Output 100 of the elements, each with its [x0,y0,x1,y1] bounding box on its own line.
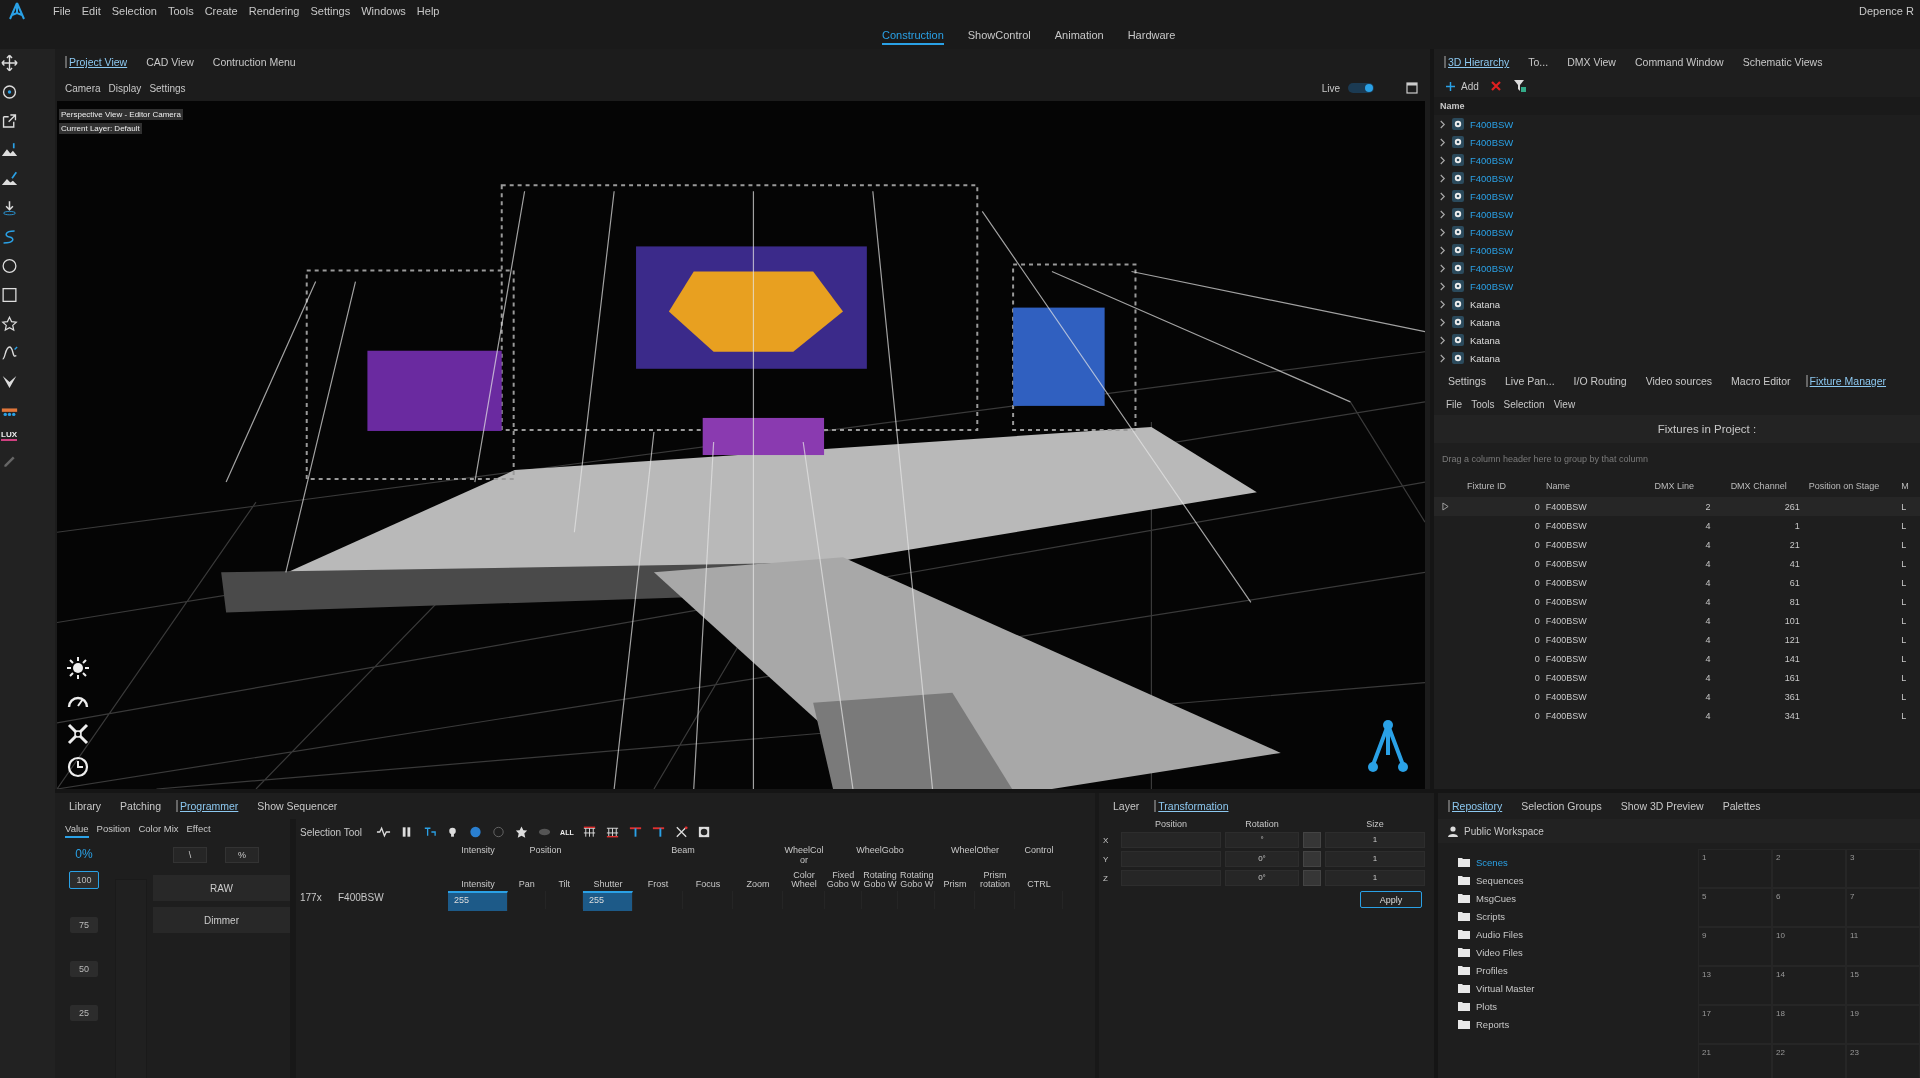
folder-item[interactable]: Sequences [1476,874,1524,886]
folder-item[interactable]: Profiles [1476,964,1508,976]
panel-tab[interactable]: Macro Editor [1727,375,1791,387]
download-icon[interactable] [1,198,18,218]
fader-step-button[interactable]: 50 [70,961,98,977]
column-header[interactable]: M [1897,481,1920,491]
feature-button[interactable]: Dimmer [153,907,290,933]
table-row[interactable]: 0 F400BSW 2 261 L [1434,497,1920,516]
rotation-field[interactable]: ° [1225,832,1299,848]
star-icon[interactable] [1,314,18,334]
hierarchy-item[interactable]: F400BSW [1470,118,1514,130]
slot-cell[interactable]: 14 [1772,966,1846,1005]
workspace-tab[interactable]: Animation [1054,26,1104,45]
panel-tab[interactable]: Show 3D Preview [1616,800,1704,812]
value-tab[interactable]: Color Mix [138,822,179,838]
slot-cell[interactable]: 3 [1846,849,1920,888]
folder-item[interactable]: Audio Files [1476,928,1523,940]
table-row[interactable]: 0 F400BSW 4 21 L [1434,535,1920,554]
align-icon[interactable] [581,826,597,838]
menu-item[interactable]: Windows [361,5,406,17]
delete-icon[interactable] [1490,81,1501,91]
panel-tab[interactable]: Command Window [1630,56,1724,68]
hierarchy-item[interactable]: Katana [1470,334,1501,346]
column-header[interactable]: DMX Channel [1710,481,1801,491]
table-row[interactable]: 0 F400BSW 4 161 L [1434,668,1920,687]
panel-tab[interactable]: Palettes [1718,800,1761,812]
slot-cell[interactable]: 13 [1698,966,1772,1005]
table-row[interactable]: 0 F400BSW 4 341 L [1434,706,1920,725]
panel-tab[interactable]: Show Sequencer [253,800,338,812]
slot-cell[interactable]: 23 [1846,1044,1920,1078]
view-tab[interactable]: Project View [65,56,128,68]
sun-icon[interactable] [66,656,90,680]
menu-item[interactable]: Edit [81,5,101,17]
view-menu-item[interactable]: Display [108,82,142,94]
hierarchy-item[interactable]: F400BSW [1470,172,1514,184]
apply-button[interactable]: Apply [1360,891,1422,908]
panel-tab[interactable]: Programmer [176,800,239,812]
fader-step-button[interactable]: 25 [70,1005,98,1021]
folder-item[interactable]: MsgCues [1476,892,1517,904]
column-header[interactable]: DMX Line [1634,481,1711,491]
attribute-value[interactable]: 255 [448,895,470,905]
menu-item[interactable]: View [1553,398,1576,410]
slot-cell[interactable]: 22 [1772,1044,1846,1078]
slot-cell[interactable]: 7 [1846,888,1920,927]
fader-step-button[interactable]: 100 [69,871,99,889]
table-row[interactable]: 0 F400BSW 4 101 L [1434,611,1920,630]
menu-item[interactable]: Rendering [248,5,300,17]
menu-item[interactable]: Create [204,5,238,17]
value-tab[interactable]: Effect [186,822,211,838]
slot-cell[interactable]: 10 [1772,927,1846,966]
folder-item[interactable]: Virtual Master [1476,982,1535,994]
table-row[interactable]: 0 F400BSW 4 121 L [1434,630,1920,649]
curve-icon[interactable] [1,227,18,247]
hierarchy-item[interactable]: F400BSW [1470,154,1514,166]
slot-cell[interactable]: 11 [1846,927,1920,966]
rotation-field[interactable]: 0° [1225,851,1299,867]
workspace-label[interactable]: Public Workspace [1464,825,1544,837]
panel-tab[interactable]: I/O Routing [1569,375,1627,387]
slot-cell[interactable]: 2 [1772,849,1846,888]
timer-icon[interactable] [66,755,90,779]
mode-button[interactable]: % [225,847,259,863]
circle-icon[interactable] [1,256,18,276]
panel-tab[interactable]: Transformation [1154,800,1229,812]
filter-icon[interactable] [1512,79,1527,93]
table-row[interactable]: 0 F400BSW 4 1 L [1434,516,1920,535]
size-field[interactable]: 1 [1325,851,1425,867]
folder-item[interactable]: Video Files [1476,946,1523,958]
rotation-field[interactable]: 0° [1225,870,1299,886]
menu-item[interactable]: Selection [111,5,157,17]
menu-item[interactable]: File [53,5,71,17]
panel-tab[interactable]: DMX View [1563,56,1616,68]
size-field[interactable]: 1 [1325,832,1425,848]
slot-cell[interactable]: 19 [1846,1005,1920,1044]
column-header[interactable]: Fixture ID [1455,481,1540,491]
contrast-icon[interactable] [696,826,712,838]
slot-cell[interactable]: 17 [1698,1005,1772,1044]
menu-item[interactable]: Settings [310,5,351,17]
folder-item[interactable]: Plots [1476,1000,1498,1012]
live-toggle[interactable] [1348,83,1374,93]
workspace-tab[interactable]: Construction [882,26,944,45]
align-icon[interactable] [604,826,620,838]
fader-step-button[interactable]: 75 [70,917,98,933]
view-menu-item[interactable]: Settings [149,82,186,94]
square-icon[interactable] [1,285,18,305]
panel-tab[interactable]: Schematic Views [1738,56,1823,68]
move-icon[interactable] [1,53,18,73]
menu-item[interactable]: Tools [1471,398,1495,410]
table-row[interactable]: 0 F400BSW 4 81 L [1434,592,1920,611]
hierarchy-item[interactable]: F400BSW [1470,136,1514,148]
workspace-tab[interactable]: ShowControl [967,26,1031,45]
slot-cell[interactable]: 21 [1698,1044,1772,1078]
folder-item[interactable]: Scenes [1476,856,1508,868]
folder-item[interactable]: Scripts [1476,910,1506,922]
lock-field[interactable] [1303,851,1321,867]
hierarchy-item[interactable]: F400BSW [1470,244,1514,256]
table-row[interactable]: 0 F400BSW 4 61 L [1434,573,1920,592]
column-header[interactable]: Position on Stage [1800,481,1898,491]
workspace-tab[interactable]: Hardware [1127,26,1176,45]
table-row[interactable]: 0 F400BSW 4 41 L [1434,554,1920,573]
value-tab[interactable]: Position [96,822,131,838]
